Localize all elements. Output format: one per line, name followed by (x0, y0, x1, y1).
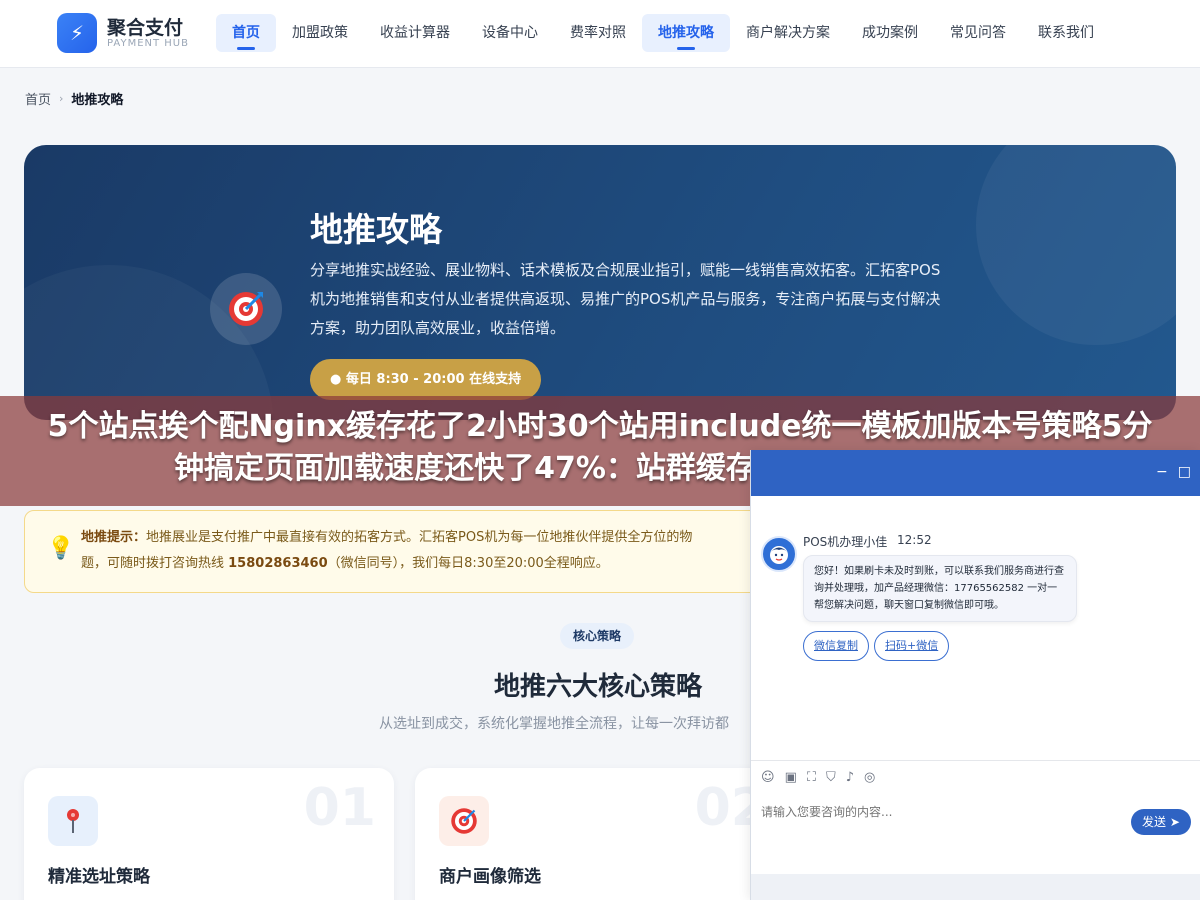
minimize-icon[interactable]: − (1156, 464, 1168, 480)
logo-subtitle: PAYMENT HUB (107, 38, 189, 49)
chat-actions: 微信复制 扫码+微信 (803, 631, 950, 661)
nav-item-faq[interactable]: 常见问答 (934, 14, 1022, 52)
nav-item-contact[interactable]: 联系我们 (1022, 14, 1110, 52)
tip-body-3: （微信同号），我们每日8:30至20:00全程响应。 (327, 556, 609, 571)
section-subtitle: 从选址到成交，系统化掌握地推全流程，让每一次拜访都 (379, 716, 729, 732)
tip-label: 地推提示： (81, 530, 147, 545)
nav-item-franchise[interactable]: 加盟政策 (276, 14, 364, 52)
maximize-icon[interactable]: □ (1178, 464, 1191, 480)
main-nav: 首页 加盟政策 收益计算器 设备中心 费率对照 地推攻略 商户解决方案 成功案例… (216, 14, 1110, 52)
chat-message: 您好！如果刷卡未及时到账，可以联系我们服务商进行查询并处理哦，加产品经理微信：1… (803, 555, 1077, 622)
hero-banner: 地推攻略 分享地推实战经验、展业物料、话术模板及合规展业指引，赋能一线销售高效拓… (24, 145, 1176, 420)
breadcrumb-separator: › (59, 92, 64, 105)
breadcrumb-home[interactable]: 首页 (25, 89, 51, 108)
support-hours-button[interactable]: ● 每日 8:30 - 20:00 在线支持 (310, 359, 542, 400)
chat-toolbar: ☺ ▣ ⛶ ⛉ ♪ ◎ (751, 760, 1200, 796)
nav-item-home[interactable]: 首页 (216, 14, 276, 52)
target-icon (210, 273, 282, 345)
pin-icon (48, 796, 98, 846)
image-icon[interactable]: ▣ (785, 770, 797, 787)
card-number: 01 (303, 778, 376, 838)
logo-title[interactable]: 聚合支付 (107, 13, 183, 40)
tip-body-2: 题，可随时拨打咨询热线 (81, 556, 229, 571)
nav-item-solutions[interactable]: 商户解决方案 (730, 14, 846, 52)
chat-icon[interactable]: ◎ (864, 770, 875, 787)
hero-decoration (976, 145, 1176, 345)
smile-icon[interactable]: ☺ (761, 770, 775, 787)
lightning-icon[interactable]: ⚡ (57, 13, 97, 53)
nav-item-rates[interactable]: 费率对照 (554, 14, 642, 52)
card-title: 商户画像筛选 (439, 867, 541, 887)
nav-item-cases[interactable]: 成功案例 (846, 14, 934, 52)
chat-footer (751, 874, 1200, 900)
tip-text: 地推提示：地推展业是支付推广中最直接有效的拓客方式。汇拓客POS机为每一位地推伙… (81, 525, 761, 577)
send-label: 发送 (1142, 815, 1167, 829)
chat-window-buttons: − □ (1156, 464, 1191, 480)
strategy-card[interactable]: 01 精准选址策略 (24, 768, 394, 900)
shield-icon[interactable]: ⛉ (826, 770, 836, 787)
breadcrumb-current: 地推攻略 (71, 93, 124, 108)
message-time: 12:52 (897, 533, 932, 547)
target-icon (439, 796, 489, 846)
copy-wechat-button[interactable]: 微信复制 (803, 631, 869, 661)
nav-item-devices[interactable]: 设备中心 (466, 14, 554, 52)
nav-item-calculator[interactable]: 收益计算器 (364, 14, 466, 52)
chat-widget: − □ POS机办理小佳 12:52 您好！如果刷卡未及时到账，可以联系我们服务… (750, 450, 1200, 900)
section-badge: 核心策略 (560, 623, 635, 649)
send-button[interactable]: 发送 ➤ (1131, 809, 1191, 835)
nav-item-guide[interactable]: 地推攻略 (642, 14, 730, 52)
tip-body: 地推展业是支付推广中最直接有效的拓客方式。汇拓客POS机为每一位地推伙伴提供全方… (146, 530, 693, 545)
breadcrumb: 首页 › 地推攻略 (25, 89, 123, 108)
hero-description: 分享地推实战经验、展业物料、话术模板及合规展业指引，赋能一线销售高效拓客。汇拓客… (310, 261, 941, 337)
site-header: ⚡ 聚合支付 PAYMENT HUB 首页 加盟政策 收益计算器 设备中心 费率… (0, 0, 1200, 68)
chat-input[interactable] (761, 800, 1121, 824)
strategy-card[interactable]: 02 商户画像筛选 (415, 768, 785, 900)
scan-wechat-button[interactable]: 扫码+微信 (874, 631, 950, 661)
hotline-number[interactable]: 15802863460 (228, 556, 328, 571)
chat-header: − □ (751, 450, 1200, 496)
section-title-text: 地推六大核心策略 (493, 672, 702, 702)
hero-title: 地推攻略 (310, 210, 442, 249)
card-title: 精准选址策略 (48, 867, 150, 887)
avatar (761, 536, 797, 572)
screenshot-icon[interactable]: ⛶ (807, 770, 816, 787)
lightbulb-icon: 💡 (47, 536, 75, 561)
agent-name: POS机办理小佳 (803, 535, 888, 549)
sound-icon[interactable]: ♪ (846, 770, 854, 787)
